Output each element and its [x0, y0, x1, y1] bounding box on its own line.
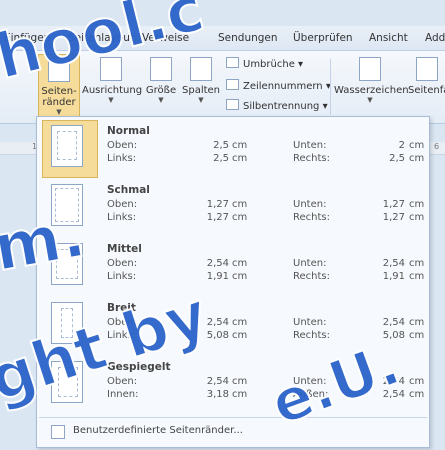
page-color-icon	[415, 57, 438, 81]
tab-references[interactable]: Verweise	[142, 32, 189, 44]
menu-divider	[39, 417, 427, 418]
chevron-down-icon: ▼	[158, 96, 164, 104]
tab-page-layout[interactable]: Seitenlayout	[68, 32, 134, 44]
ribbon: Seiten- ränder ▼ Ausrichtung ▼ Größe ▼ S…	[0, 50, 445, 124]
margins-icon	[48, 58, 70, 82]
page-margins-icon	[51, 125, 83, 167]
chevron-down-icon: ▾	[322, 101, 328, 112]
watermark-button[interactable]: Wasserzeichen ▼	[334, 54, 409, 104]
chevron-down-icon: ▾	[298, 59, 304, 70]
orientation-icon	[100, 57, 122, 81]
watermark-icon	[359, 57, 381, 81]
chevron-down-icon: ▼	[56, 108, 62, 116]
page-margins-icon	[51, 361, 83, 403]
breaks-button[interactable]: Umbrüche ▾	[226, 57, 303, 70]
size-button[interactable]: Größe ▼	[144, 54, 178, 104]
margin-option-narrow[interactable]: Schmal Oben: 1,27 cm Unten: 1,27 cm Links: 1,…	[39, 178, 426, 236]
page-margins-icon	[51, 243, 83, 285]
margin-option-mirrored[interactable]: Gespiegelt Oben: 2,54 cm Unten: 2,54 cm Inne…	[39, 355, 426, 413]
size-icon	[150, 57, 172, 81]
margins-dropdown: Normal Oben: 2,5 cm Unten: 2 cm Links: 2,5 cm …	[36, 116, 430, 448]
tab-review[interactable]: Überprüfen	[293, 32, 353, 44]
columns-icon	[190, 57, 212, 81]
chevron-down-icon: ▼	[367, 96, 373, 104]
margin-option-normal[interactable]: Normal Oben: 2,5 cm Unten: 2 cm Links: 2,5 cm …	[39, 119, 426, 178]
page-color-button[interactable]: Seitenfa	[408, 54, 445, 96]
margins-button[interactable]: Seiten- ränder ▼	[38, 54, 80, 120]
custom-margins-icon	[51, 425, 65, 439]
tab-insert[interactable]: Einfügen	[4, 32, 50, 44]
chevron-down-icon: ▼	[198, 96, 204, 104]
orientation-button[interactable]: Ausrichtung ▼	[82, 54, 142, 104]
columns-button[interactable]: Spalten ▼	[182, 54, 220, 104]
line-numbers-icon	[226, 79, 239, 90]
tab-addins[interactable]: Add	[425, 32, 445, 44]
ribbon-separator	[330, 59, 331, 115]
margin-option-medium[interactable]: Mittel Oben: 2,54 cm Unten: 2,54 cm Links: 1,…	[39, 237, 426, 295]
tab-mailings[interactable]: Sendungen	[218, 32, 278, 44]
breaks-icon	[226, 57, 239, 68]
page-margins-icon	[51, 302, 83, 344]
margin-option-wide[interactable]: Breit Oben: 2,54 cm Unten: 2,54 cm Links: 5,0…	[39, 296, 426, 354]
ribbon-tab-bar: Einfügen Seitenlayout Verweise Sendungen…	[0, 26, 445, 50]
tab-view[interactable]: Ansicht	[369, 32, 408, 44]
chevron-down-icon: ▼	[108, 96, 114, 104]
hyphenation-button[interactable]: Silbentrennung ▾	[226, 99, 328, 112]
custom-margins-item[interactable]: Benutzerdefinierte Seitenränder...	[41, 423, 421, 441]
hyphenation-icon	[226, 99, 239, 110]
line-numbers-button[interactable]: Zeilennummern ▾	[226, 79, 331, 92]
page-margins-icon	[51, 184, 83, 226]
